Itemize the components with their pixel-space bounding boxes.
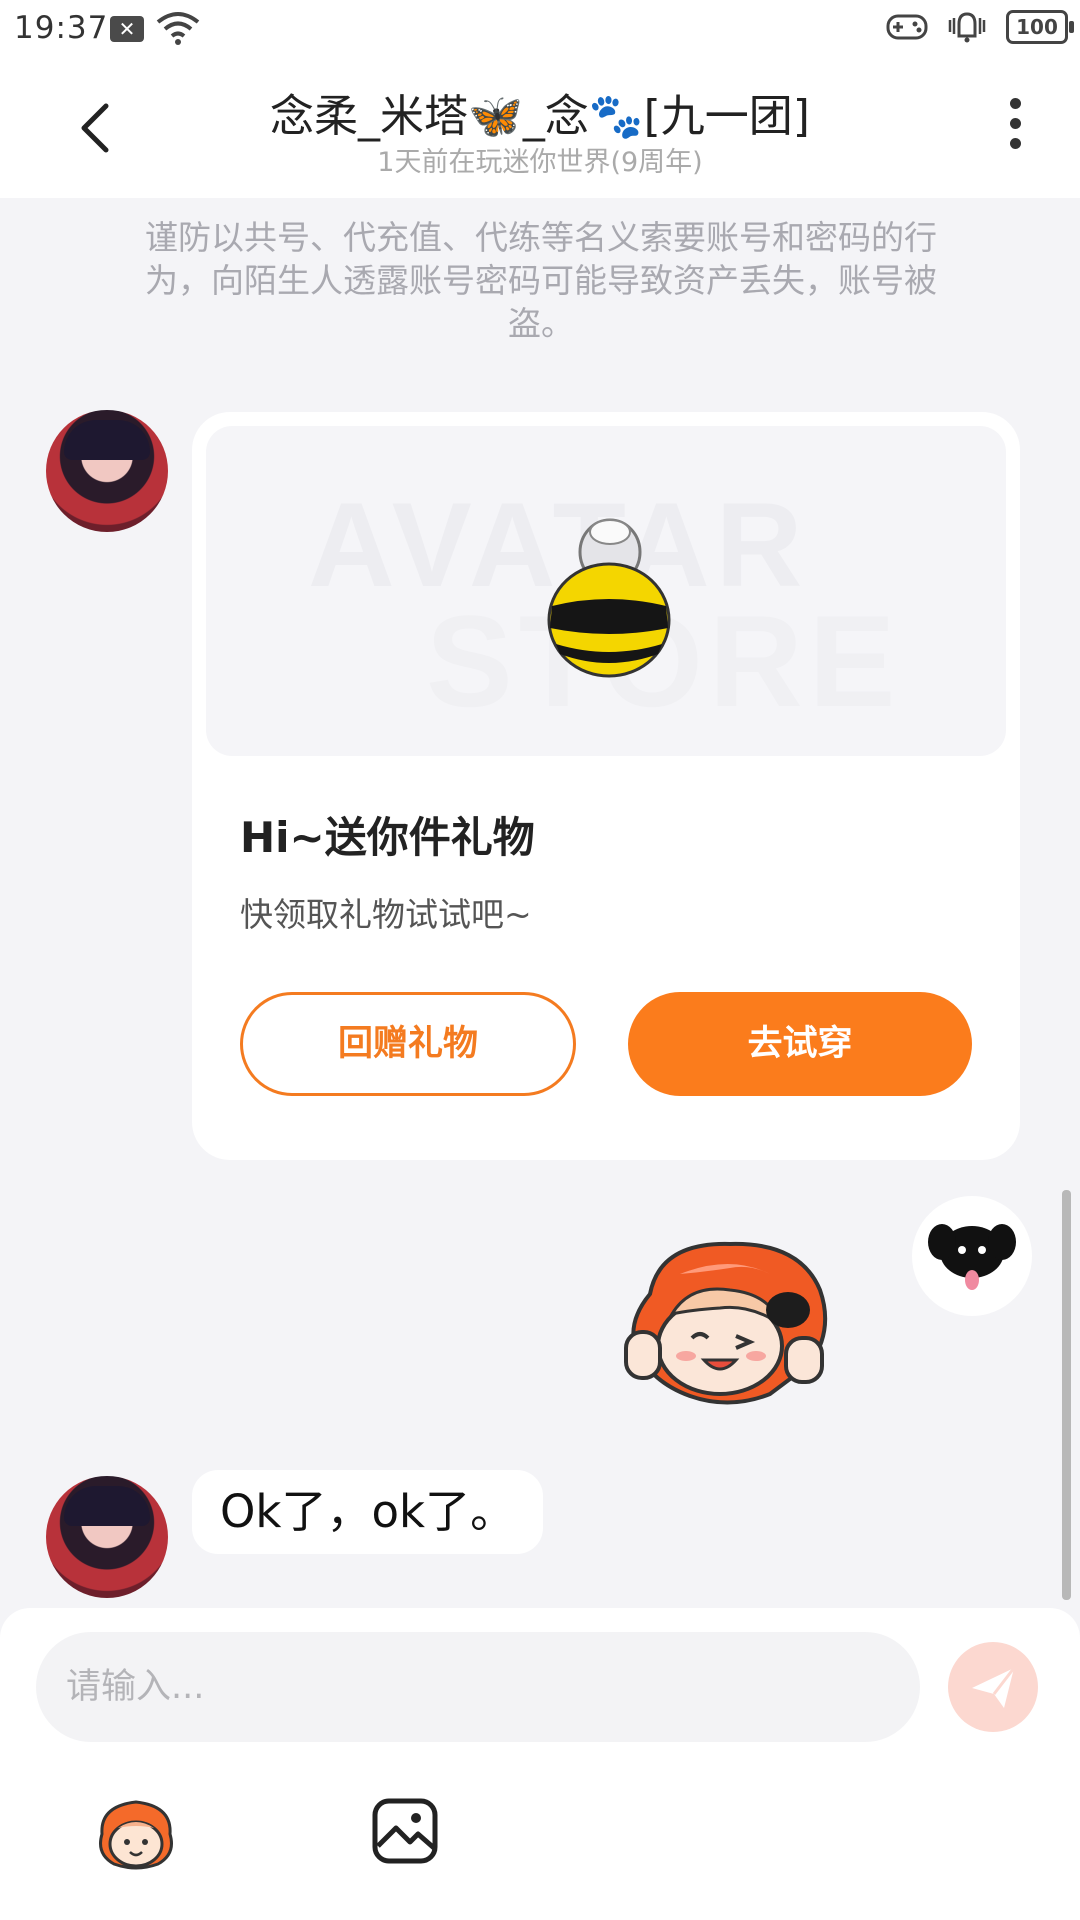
chat-header: 念柔_米塔🦋_念🐾[九一团] 1天前在玩迷你世界(9周年) [0,58,1080,198]
gift-preview[interactable]: AVATAR STORE [206,426,1006,756]
composer-panel [0,1608,1080,1920]
more-vertical-icon[interactable] [1000,98,1030,158]
try-on-button[interactable]: 去试穿 [628,992,972,1096]
message-bubble[interactable]: Ok了，ok了。 [192,1470,544,1554]
vibrate-icon [948,12,986,43]
wifi-icon [156,12,200,45]
gift-description: 快领取礼物试试吧~ [240,895,532,934]
contact-status: 1天前在玩迷你世界(9周年) [377,147,703,178]
gift-title: Hi~送你件礼物 [240,813,535,862]
my-avatar[interactable] [912,1196,1032,1316]
return-gift-button[interactable]: 回赠礼物 [240,992,576,1096]
send-button[interactable] [948,1642,1038,1732]
emoji-mascot-icon[interactable] [92,1794,180,1872]
battery-indicator: 100 [1006,10,1074,44]
send-icon [972,1667,1016,1708]
black-dog-icon [928,1224,1016,1290]
bee-gift-icon [547,518,671,678]
notification-icon: ✕ [110,16,144,42]
security-notice: 谨防以共号、代充值、代练等名义索要账号和密码的行为，向陌生人透露账号密码可能导致… [145,218,937,343]
chat-scrollbar[interactable] [1062,1190,1071,1600]
message-input[interactable] [36,1632,920,1742]
gift-card[interactable]: AVATAR STORE Hi~送你件礼物 快领取礼物试试吧~ 回赠礼物 去试穿 [192,412,1020,1160]
sticker-image[interactable] [620,1234,850,1414]
image-icon[interactable] [370,1796,440,1866]
status-time: 19:37 [14,10,109,46]
gamepad-icon [886,14,928,40]
friend-avatar[interactable] [46,410,168,532]
status-bar: 19:37 ✕ 100 [0,0,1080,58]
contact-name: 念柔_米塔🦋_念🐾[九一团] [270,91,810,142]
friend-avatar[interactable] [46,1476,168,1598]
